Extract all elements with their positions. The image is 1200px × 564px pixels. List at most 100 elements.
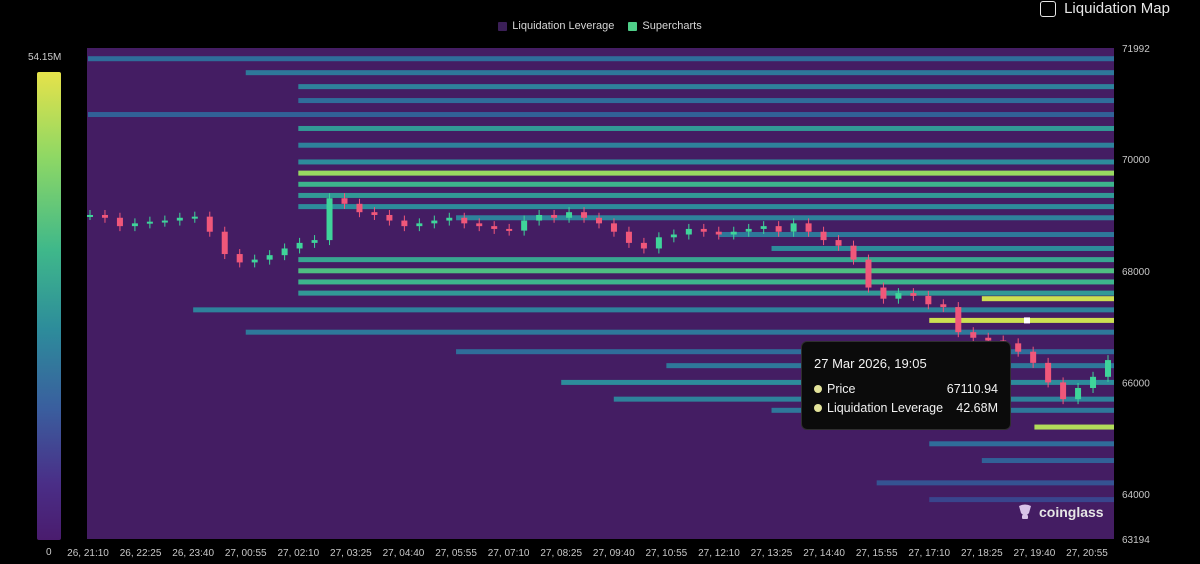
legend-swatch-liquidation-leverage — [498, 21, 508, 31]
x-tick-label: 27, 14:40 — [803, 548, 845, 559]
candle-body — [895, 293, 902, 299]
candle-body — [760, 226, 767, 229]
candle-body — [551, 214, 558, 218]
y-tick-label: 66000 — [1122, 378, 1150, 389]
liquidation-band — [298, 170, 1114, 176]
candle-body — [236, 254, 243, 263]
x-tick-label: 27, 19:40 — [1014, 548, 1056, 559]
candle-body — [281, 248, 288, 256]
candle-body — [790, 223, 797, 232]
watermark-text: coinglass — [1039, 504, 1104, 520]
candle-body — [820, 231, 827, 241]
x-tick-label: 27, 05:55 — [435, 548, 477, 559]
liquidation-band — [298, 159, 1114, 165]
liquidation-band — [298, 257, 1114, 263]
liquidation-band — [298, 192, 1114, 198]
coinglass-watermark: coinglass — [1016, 503, 1104, 521]
candle-body — [955, 307, 962, 333]
candle-body — [566, 212, 573, 218]
chart-legend: Liquidation Leverage Supercharts — [0, 18, 1200, 34]
candle-body — [191, 216, 198, 219]
liquidation-heatmap-chart[interactable]: 71992 70000 68000 66000 64000 63194 26, 21:10 2… — [0, 0, 1200, 564]
candle-body — [940, 304, 947, 308]
checkbox-icon[interactable] — [1040, 0, 1057, 17]
candle-body — [146, 221, 153, 224]
x-tick-label: 27, 09:40 — [593, 548, 635, 559]
candle-body — [431, 220, 438, 224]
candle-body — [880, 287, 887, 299]
candle-body — [910, 293, 917, 296]
x-tick-label: 27, 17:10 — [908, 548, 950, 559]
legend-label-supercharts: Supercharts — [642, 20, 702, 32]
selected-point-marker — [1024, 317, 1030, 324]
tooltip-label: Liquidation Leverage — [827, 401, 944, 415]
liquidation-band — [298, 181, 1114, 187]
y-tick-label: 64000 — [1122, 490, 1150, 501]
tooltip-dot-icon — [814, 385, 822, 393]
candle-body — [101, 214, 108, 218]
candle-body — [221, 231, 228, 255]
candle-body — [356, 203, 363, 213]
colorbar-min-label: 0 — [46, 547, 52, 558]
candle-body — [835, 240, 842, 246]
liquidation-band — [193, 307, 1114, 313]
candle-body — [401, 220, 408, 227]
candle-body — [161, 220, 168, 223]
liquidation-band — [245, 70, 1115, 76]
candle-body — [1075, 387, 1082, 400]
x-tick-label: 27, 10:55 — [646, 548, 688, 559]
candle-body — [625, 231, 632, 243]
x-tick-label: 26, 23:40 — [172, 548, 214, 559]
colorbar-max-label: 54.15M — [28, 52, 62, 63]
liquidation-band — [298, 268, 1114, 274]
liquidation-map-toggle[interactable]: Liquidation Map — [1040, 0, 1170, 17]
candle-body — [296, 242, 303, 249]
tooltip-dot-icon — [814, 404, 822, 412]
liquidation-band — [88, 112, 1114, 118]
liquidation-band — [876, 480, 1114, 486]
chart-tooltip: 27 Mar 2026, 19:05 Price 67110.94 Liquid… — [801, 341, 1011, 430]
candle-body — [685, 228, 692, 235]
tooltip-row-leverage: Liquidation Leverage 42.68M — [814, 401, 998, 415]
candle-body — [730, 231, 737, 235]
candle-body — [745, 228, 752, 232]
candle-body — [461, 217, 468, 224]
coinglass-logo-icon — [1019, 504, 1031, 519]
legend-label-liquidation-leverage: Liquidation Leverage — [512, 20, 615, 32]
candle-body — [176, 217, 183, 221]
liquidation-band — [981, 458, 1114, 464]
y-tick-label: 68000 — [1122, 267, 1150, 278]
x-tick-label: 27, 18:25 — [961, 548, 1003, 559]
x-tick-label: 27, 00:55 — [225, 548, 267, 559]
legend-item-supercharts[interactable]: Supercharts — [628, 18, 702, 34]
candle-body — [775, 226, 782, 232]
liquidation-band — [298, 125, 1114, 131]
candle-body — [640, 242, 647, 249]
tooltip-label: Price — [827, 382, 856, 396]
candle-body — [206, 216, 213, 232]
liquidation-band — [929, 497, 1114, 503]
tooltip-value: 42.68M — [956, 401, 998, 415]
candle-body — [476, 223, 483, 227]
candle-body — [655, 237, 662, 249]
liquidation-band — [298, 204, 1114, 210]
x-tick-label: 27, 12:10 — [698, 548, 740, 559]
candle-body — [850, 245, 857, 260]
x-tick-label: 27, 02:10 — [277, 548, 319, 559]
x-tick-label: 27, 08:25 — [540, 548, 582, 559]
x-tick-label: 26, 21:10 — [67, 548, 109, 559]
candle-body — [1015, 343, 1022, 352]
x-tick-label: 27, 07:10 — [488, 548, 530, 559]
x-tick-label: 27, 13:25 — [751, 548, 793, 559]
candle-body — [1060, 382, 1067, 400]
candle-body — [700, 228, 707, 232]
y-tick-label: 71992 — [1122, 44, 1150, 55]
candle-body — [596, 217, 602, 224]
tooltip-title: 27 Mar 2026, 19:05 — [814, 356, 927, 371]
candle-body — [506, 228, 513, 231]
liquidation-band — [298, 84, 1114, 90]
liquidation-band — [981, 296, 1114, 302]
legend-item-liquidation-leverage[interactable]: Liquidation Leverage — [498, 18, 614, 34]
candle-body — [446, 217, 453, 221]
x-tick-label: 26, 22:25 — [120, 548, 162, 559]
